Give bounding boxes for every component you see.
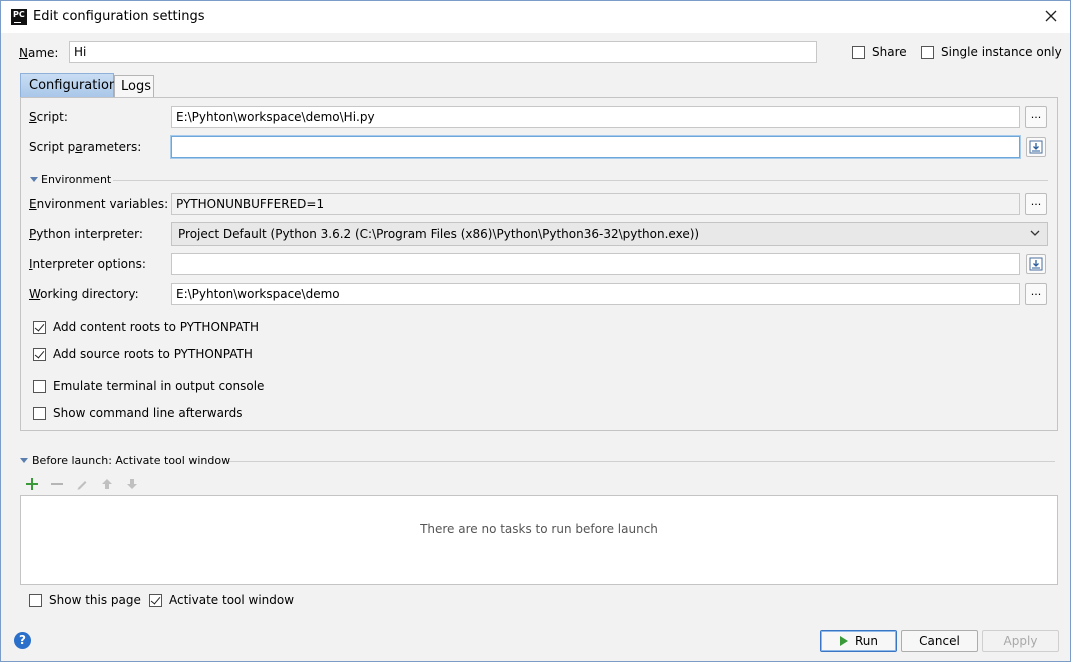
tab-logs[interactable]: Logs: [114, 75, 154, 97]
expand-icon: [1029, 257, 1043, 271]
environment-separator: [113, 180, 1048, 181]
interp-options-expand-button[interactable]: [1026, 254, 1046, 274]
interp-options-label: Interpreter options:: [29, 257, 146, 271]
script-label: Script:: [29, 110, 68, 124]
emulate-terminal-checkbox[interactable]: [33, 380, 46, 393]
pycharm-app-icon: PC: [11, 9, 27, 25]
chevron-down-icon: [1029, 227, 1041, 242]
before-launch-collapse-icon[interactable]: [20, 458, 28, 463]
move-up-icon[interactable]: [100, 477, 114, 491]
source-roots-label: Add source roots to PYTHONPATH: [53, 347, 253, 361]
share-checkbox[interactable]: [852, 46, 865, 59]
before-launch-task-list[interactable]: There are no tasks to run before launch: [20, 495, 1058, 585]
environment-collapse-icon[interactable]: [30, 177, 38, 182]
working-dir-browse-button[interactable]: ...: [1025, 283, 1047, 305]
dialog-window: PC Edit configuration settings Name: Hi …: [0, 0, 1071, 662]
cancel-button[interactable]: Cancel: [901, 630, 978, 652]
close-icon[interactable]: [1040, 5, 1062, 27]
run-icon: [839, 636, 848, 646]
interpreter-value: Project Default (Python 3.6.2 (C:\Progra…: [178, 227, 700, 241]
env-vars-label: Environment variables:: [29, 197, 169, 211]
run-button[interactable]: Run: [820, 630, 897, 652]
activate-tool-window-label: Activate tool window: [169, 593, 295, 607]
edit-icon[interactable]: [75, 477, 89, 491]
name-input[interactable]: Hi: [69, 41, 817, 63]
environment-section-title: Environment: [41, 173, 112, 186]
emulate-terminal-label: Emulate terminal in output console: [53, 379, 265, 393]
activate-tool-window-checkbox[interactable]: [149, 594, 162, 607]
before-launch-separator: [229, 461, 1055, 462]
show-this-page-checkbox[interactable]: [29, 594, 42, 607]
show-command-line-checkbox[interactable]: [33, 407, 46, 420]
env-vars-browse-button[interactable]: ...: [1025, 193, 1047, 215]
move-down-icon[interactable]: [125, 477, 139, 491]
window-title: Edit configuration settings: [33, 9, 205, 24]
title-bar: PC Edit configuration settings: [1, 1, 1070, 33]
working-dir-input[interactable]: E:\Pyhton\workspace\demo: [171, 283, 1020, 305]
source-roots-checkbox[interactable]: [33, 348, 46, 361]
share-label: Share: [872, 45, 907, 59]
before-launch-title: Before launch: Activate tool window: [32, 454, 231, 467]
working-dir-label: Working directory:: [29, 287, 139, 301]
show-command-line-label: Show command line afterwards: [53, 406, 243, 420]
content-roots-checkbox[interactable]: [33, 321, 46, 334]
script-browse-button[interactable]: ...: [1025, 106, 1047, 128]
run-button-label: Run: [854, 634, 878, 648]
add-icon[interactable]: [25, 477, 39, 491]
script-input[interactable]: E:\Pyhton\workspace\demo\Hi.py: [171, 106, 1020, 128]
interp-options-input[interactable]: [171, 253, 1020, 275]
interpreter-select[interactable]: Project Default (Python 3.6.2 (C:\Progra…: [171, 222, 1048, 246]
script-params-label: Script parameters:: [29, 140, 142, 154]
script-params-expand-button[interactable]: [1026, 137, 1046, 157]
env-vars-input[interactable]: PYTHONUNBUFFERED=1: [171, 193, 1020, 215]
single-instance-checkbox[interactable]: [921, 46, 934, 59]
help-icon[interactable]: ?: [14, 632, 31, 649]
interpreter-label: Python interpreter:: [29, 227, 143, 241]
content-roots-label: Add content roots to PYTHONPATH: [53, 320, 259, 334]
empty-tasks-text: There are no tasks to run before launch: [420, 522, 658, 536]
single-instance-label: Single instance only: [941, 45, 1062, 59]
script-params-input[interactable]: [171, 136, 1020, 158]
remove-icon[interactable]: [50, 477, 64, 491]
apply-button[interactable]: Apply: [982, 630, 1059, 652]
name-label: Name:: [19, 46, 59, 60]
expand-icon: [1029, 140, 1043, 154]
show-this-page-label: Show this page: [49, 593, 141, 607]
tab-configuration[interactable]: Configuration: [20, 73, 117, 97]
